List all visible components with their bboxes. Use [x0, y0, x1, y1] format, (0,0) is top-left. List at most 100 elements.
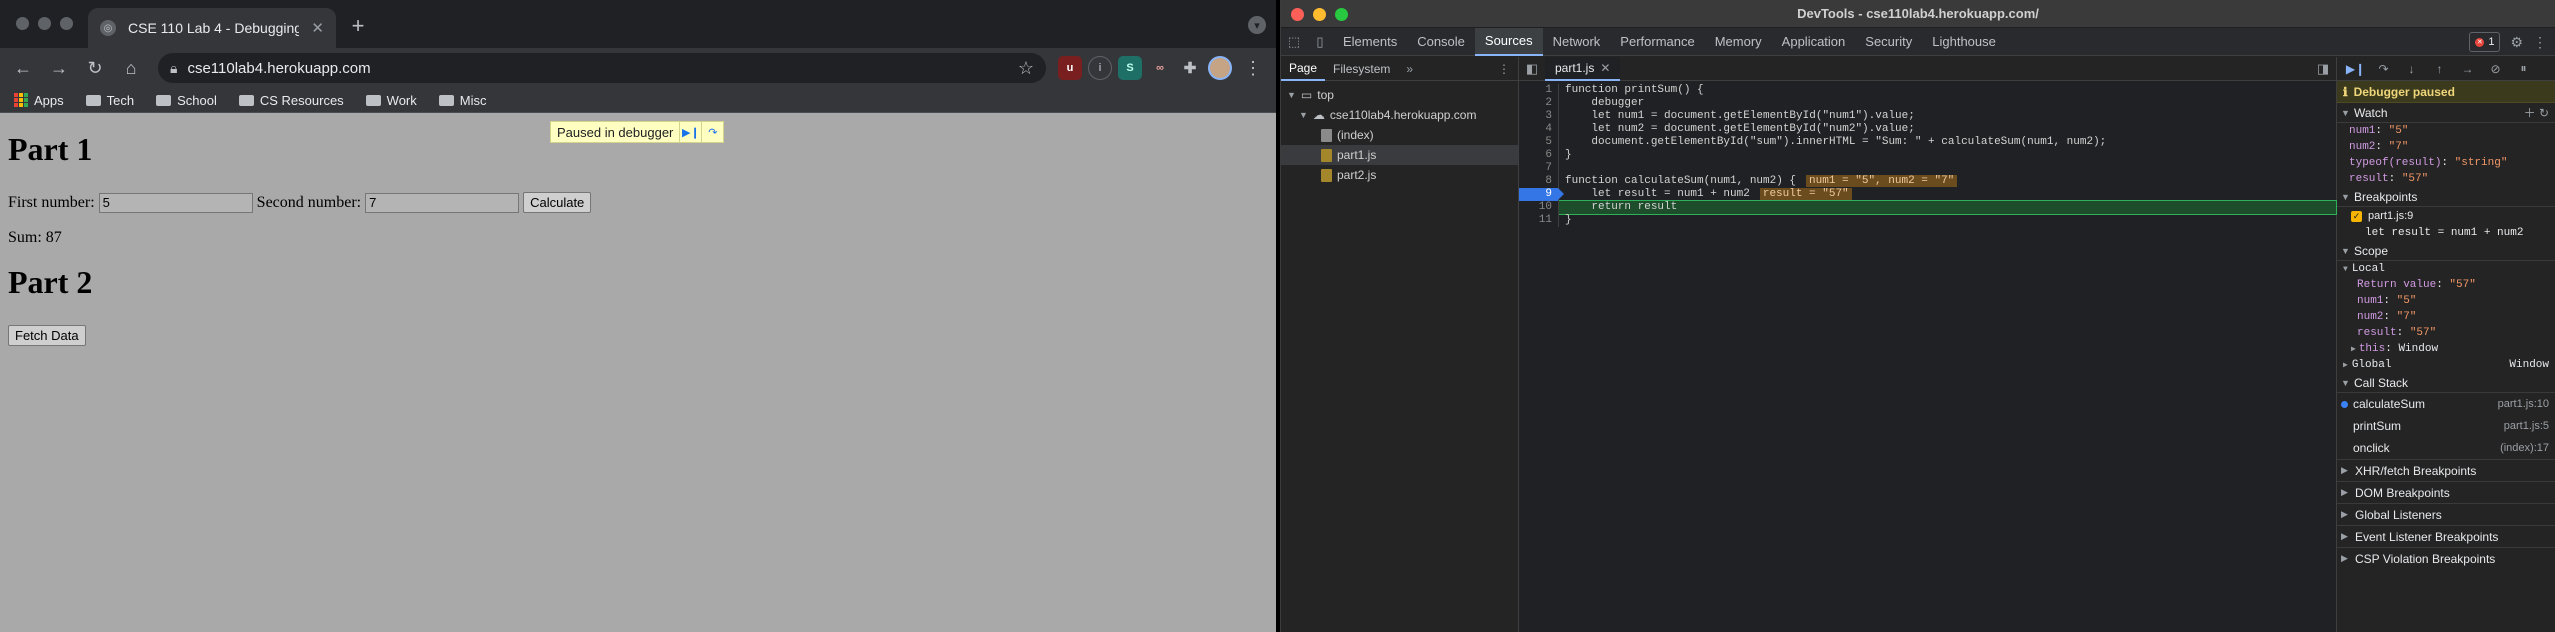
line-number[interactable]: 4	[1519, 123, 1559, 136]
bookmark-folder-school[interactable]: School	[156, 93, 217, 108]
s-extension-icon[interactable]: S	[1118, 56, 1142, 80]
csp-violation-breakpoints-section-header[interactable]: ▶ CSP Violation Breakpoints	[2337, 547, 2555, 569]
scope-item[interactable]: ▶ this: Window	[2337, 341, 2555, 357]
event-listener-breakpoints-section-header[interactable]: ▶ Event Listener Breakpoints	[2337, 525, 2555, 547]
settings-gear-icon[interactable]: ⚙	[2510, 34, 2523, 51]
more-tabs-icon[interactable]: »	[1398, 57, 1421, 81]
call-frame[interactable]: printSum part1.js:5	[2337, 415, 2555, 437]
breakpoints-section-header[interactable]: ▼ Breakpoints	[2337, 187, 2555, 207]
watch-item[interactable]: num2: "7"	[2337, 139, 2555, 155]
tree-item-index[interactable]: (index)	[1281, 125, 1518, 145]
tree-item-top[interactable]: ▼ ▭ top	[1281, 85, 1518, 105]
line-number[interactable]: 5	[1519, 136, 1559, 149]
extension-icon[interactable]: i	[1088, 56, 1112, 80]
tab-network[interactable]: Network	[1543, 28, 1611, 56]
ublock-icon[interactable]: u	[1058, 56, 1082, 80]
scope-local-header[interactable]: ▼ Local	[2337, 261, 2555, 277]
tab-security[interactable]: Security	[1855, 28, 1922, 56]
dom-breakpoints-section-header[interactable]: ▶ DOM Breakpoints	[2337, 481, 2555, 503]
glasses-extension-icon[interactable]: ∞	[1148, 56, 1172, 80]
puzzle-icon[interactable]: ✚	[1178, 56, 1202, 80]
minimize-window-button[interactable]	[38, 17, 51, 30]
bookmark-apps[interactable]: Apps	[14, 93, 64, 108]
global-listeners-section-header[interactable]: ▶ Global Listeners	[2337, 503, 2555, 525]
breakpoint-item[interactable]: ✓ part1.js:9	[2337, 207, 2555, 225]
scope-global-header[interactable]: ▶ Global Window	[2337, 357, 2555, 373]
tab-memory[interactable]: Memory	[1705, 28, 1772, 56]
line-number[interactable]: 6	[1519, 149, 1559, 162]
checkbox-checked-icon[interactable]: ✓	[2351, 210, 2362, 222]
navigator-menu-icon[interactable]: ⋮	[1490, 57, 1518, 81]
deactivate-breakpoints-icon[interactable]: ⊘	[2483, 58, 2508, 80]
inspect-element-icon[interactable]: ⬚	[1281, 28, 1307, 56]
call-frame[interactable]: onclick (index):17	[2337, 437, 2555, 459]
watch-item[interactable]: num1: "5"	[2337, 123, 2555, 139]
resume-icon[interactable]: ▶❙	[2343, 58, 2368, 80]
pause-on-exceptions-icon[interactable]: ⏸	[2511, 58, 2536, 80]
step-over-icon[interactable]: ↷	[2371, 58, 2396, 80]
scope-item[interactable]: Return value: "57"	[2337, 277, 2555, 293]
tree-item-part2[interactable]: part2.js	[1281, 165, 1518, 185]
step-icon[interactable]: →	[2455, 58, 2480, 80]
device-toolbar-icon[interactable]: ▯	[1307, 28, 1333, 56]
first-number-input[interactable]	[98, 192, 253, 213]
scope-item[interactable]: result: "57"	[2337, 325, 2555, 341]
callstack-section-header[interactable]: ▼ Call Stack	[2337, 373, 2555, 393]
close-tab-icon[interactable]: ✕	[311, 19, 324, 37]
forward-icon[interactable]: →	[44, 53, 74, 83]
close-window-button[interactable]	[16, 17, 29, 30]
scope-item[interactable]: num2: "7"	[2337, 309, 2555, 325]
bookmark-star-icon[interactable]: ☆	[1018, 58, 1034, 79]
close-icon[interactable]: ✕	[1600, 61, 1610, 75]
tab-elements[interactable]: Elements	[1333, 28, 1407, 56]
line-number[interactable]: 10	[1519, 201, 1559, 214]
tree-item-host[interactable]: ▼ ☁ cse110lab4.herokuapp.com	[1281, 105, 1518, 125]
reload-icon[interactable]: ↻	[80, 53, 110, 83]
address-bar[interactable]: 🔒︎ cse110lab4.herokuapp.com ☆	[158, 53, 1046, 83]
tab-search-icon[interactable]: ▾	[1248, 16, 1266, 34]
tab-application[interactable]: Application	[1772, 28, 1856, 56]
zoom-window-button[interactable]	[60, 17, 73, 30]
bookmark-folder-misc[interactable]: Misc	[438, 93, 487, 108]
line-number[interactable]: 11	[1519, 214, 1559, 227]
bookmark-folder-tech[interactable]: Tech	[85, 93, 134, 108]
frame-location[interactable]: part1.js:10	[2498, 398, 2549, 410]
scope-section-header[interactable]: ▼ Scope	[2337, 241, 2555, 261]
new-tab-button[interactable]: +	[344, 12, 372, 40]
tab-filesystem[interactable]: Filesystem	[1325, 57, 1398, 81]
add-watch-icon[interactable]: ＋ ↻	[2524, 104, 2549, 121]
toggle-navigator-icon[interactable]: ◧	[1519, 57, 1545, 81]
toggle-debugger-icon[interactable]: ◨	[2310, 57, 2336, 81]
back-icon[interactable]: ←	[8, 53, 38, 83]
line-number[interactable]: 3	[1519, 110, 1559, 123]
line-number[interactable]: 2	[1519, 97, 1559, 110]
more-options-icon[interactable]: ⋮	[2533, 34, 2547, 51]
tab-sources[interactable]: Sources	[1474, 27, 1543, 56]
bookmark-folder-work[interactable]: Work	[365, 93, 417, 108]
avatar[interactable]	[1208, 56, 1232, 80]
more-menu-icon[interactable]: ⋮	[1238, 53, 1268, 83]
error-count-badge[interactable]: ✕ 1	[2469, 32, 2501, 52]
line-number[interactable]: 7	[1519, 162, 1559, 175]
tab-page[interactable]: Page	[1281, 57, 1326, 81]
fetch-data-button[interactable]: Fetch Data	[8, 325, 86, 346]
watch-item[interactable]: typeof(result): "string"	[2337, 155, 2555, 171]
second-number-input[interactable]	[365, 192, 520, 213]
step-out-icon[interactable]: ↑	[2427, 58, 2452, 80]
tab-performance[interactable]: Performance	[1610, 28, 1704, 56]
frame-location[interactable]: part1.js:5	[2504, 420, 2549, 432]
watch-item[interactable]: result: "57"	[2337, 171, 2555, 187]
xhr-breakpoints-section-header[interactable]: ▶ XHR/fetch Breakpoints	[2337, 459, 2555, 481]
breakpoint-marker[interactable]: 9	[1519, 188, 1564, 201]
tab-lighthouse[interactable]: Lighthouse	[1922, 28, 2006, 56]
home-icon[interactable]: ⌂	[116, 53, 146, 83]
resume-icon[interactable]: ▶❙	[679, 122, 701, 142]
tree-item-part1[interactable]: part1.js	[1281, 145, 1518, 165]
tab-console[interactable]: Console	[1407, 28, 1475, 56]
line-number[interactable]: 1	[1519, 84, 1559, 97]
bookmark-folder-cs-resources[interactable]: CS Resources	[238, 93, 344, 108]
scope-item[interactable]: num1: "5"	[2337, 293, 2555, 309]
editor-tab-part1[interactable]: part1.js ✕	[1545, 56, 1621, 81]
call-frame[interactable]: calculateSum part1.js:10	[2337, 393, 2555, 415]
line-number[interactable]: 8	[1519, 175, 1559, 188]
